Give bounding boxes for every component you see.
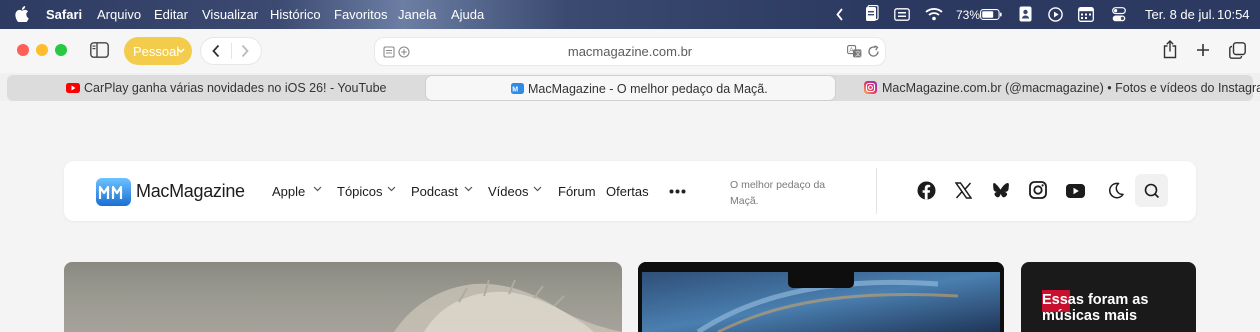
macmagazine-icon: M [511, 83, 524, 94]
brand-name[interactable]: MacMagazine [136, 181, 245, 202]
safari-toolbar: Pessoal macmagazine.com.br A文 [0, 29, 1260, 73]
menu-visualizar[interactable]: Visualizar [202, 7, 258, 22]
reload-icon[interactable] [867, 45, 880, 58]
nav-ofertas[interactable]: Ofertas [606, 184, 649, 199]
header-divider [876, 168, 877, 214]
new-tab-icon[interactable] [1196, 43, 1210, 57]
menubar-date: Ter. 8 de jul. [1145, 7, 1216, 22]
facebook-icon[interactable] [917, 181, 936, 200]
chevron-down-icon[interactable] [313, 186, 322, 192]
note-icon[interactable] [865, 5, 879, 23]
bluesky-icon[interactable] [992, 183, 1009, 198]
menu-editar[interactable]: Editar [154, 7, 188, 22]
zoom-window-button[interactable] [55, 44, 67, 56]
featured-article-card[interactable]: Essas foram as músicas mais [1021, 262, 1196, 332]
chevron-left-icon[interactable] [836, 8, 844, 21]
nav-apple[interactable]: Apple [272, 184, 305, 199]
menu-favoritos[interactable]: Favoritos [334, 7, 387, 22]
wifi-icon[interactable] [925, 7, 943, 21]
moon-icon[interactable] [1108, 182, 1124, 199]
chevron-down-icon[interactable] [387, 186, 396, 192]
close-window-button[interactable] [17, 44, 29, 56]
svg-text:文: 文 [855, 50, 861, 58]
profile-label: Pessoal [133, 44, 180, 59]
instagram-icon[interactable] [1029, 181, 1047, 199]
article-image [638, 262, 1004, 332]
menu-app-safari[interactable]: Safari [46, 7, 82, 22]
search-button[interactable] [1135, 174, 1168, 207]
tab-macmagazine[interactable]: M MacMagazine - O melhor pedaço da Maçã. [425, 75, 836, 101]
chevron-down-icon[interactable] [533, 186, 542, 192]
search-icon [1144, 183, 1160, 199]
web-page: MacMagazine Apple Tópicos Podcast Vídeos… [0, 101, 1260, 332]
keyboard-icon[interactable] [894, 8, 910, 21]
contacts-icon[interactable] [1019, 6, 1032, 22]
nav-divider [231, 43, 232, 59]
nav-podcast[interactable]: Podcast [411, 184, 458, 199]
battery-percent: 73% [956, 8, 981, 22]
svg-text:M: M [512, 86, 518, 93]
more-icon[interactable] [669, 189, 686, 194]
share-icon[interactable] [1163, 40, 1177, 59]
x-icon[interactable] [955, 182, 972, 199]
menubar-time[interactable]: 10:54 [1217, 7, 1250, 22]
youtube-icon [66, 83, 80, 93]
article-title[interactable]: Essas foram as músicas mais [1042, 292, 1182, 324]
minimize-window-button[interactable] [36, 44, 48, 56]
play-icon[interactable] [1048, 7, 1063, 22]
site-header: MacMagazine Apple Tópicos Podcast Vídeos… [64, 161, 1196, 221]
chevron-down-icon[interactable] [464, 186, 473, 192]
tab-label: MacMagazine - O melhor pedaço da Maçã. [528, 82, 768, 96]
control-center-icon[interactable] [1112, 7, 1126, 22]
menu-ajuda[interactable]: Ajuda [451, 7, 484, 22]
menu-historico[interactable]: Histórico [270, 7, 321, 22]
nav-topicos[interactable]: Tópicos [337, 184, 383, 199]
instagram-icon [864, 81, 877, 94]
apple-icon[interactable] [15, 6, 29, 22]
profile-button[interactable]: Pessoal [124, 37, 192, 65]
calendar-icon[interactable] [1078, 7, 1094, 22]
battery-icon[interactable] [980, 9, 1002, 20]
sidebar-toggle-icon[interactable] [90, 42, 109, 58]
youtube-icon[interactable] [1066, 184, 1085, 198]
chevron-down-icon [177, 48, 185, 54]
tab-overview-icon[interactable] [1229, 42, 1246, 59]
menu-arquivo[interactable]: Arquivo [97, 7, 141, 22]
tab-youtube[interactable]: CarPlay ganha várias novidades no iOS 26… [66, 75, 411, 101]
nav-videos[interactable]: Vídeos [488, 184, 528, 199]
tab-label: CarPlay ganha várias novidades no iOS 26… [84, 81, 387, 95]
tab-instagram[interactable]: MacMagazine.com.br (@macmagazine) • Foto… [864, 75, 1260, 101]
featured-article-card[interactable] [64, 262, 622, 332]
translate-icon[interactable]: A文 [847, 45, 862, 58]
address-bar[interactable]: macmagazine.com.br A文 [374, 37, 886, 66]
tab-label: MacMagazine.com.br (@macmagazine) • Foto… [882, 81, 1260, 95]
article-image [394, 279, 622, 332]
menu-bar: Safari Arquivo Editar Visualizar Históri… [0, 0, 1260, 29]
macmagazine-logo[interactable] [96, 178, 131, 206]
forward-icon[interactable] [240, 44, 250, 58]
navigation-buttons [200, 37, 262, 65]
menu-janela[interactable]: Janela [398, 7, 436, 22]
url-text: macmagazine.com.br [567, 44, 693, 59]
back-icon[interactable] [211, 44, 221, 58]
featured-article-card[interactable] [638, 262, 1004, 332]
nav-forum[interactable]: Fórum [558, 184, 596, 199]
site-tagline: O melhor pedaço da Maçã. [730, 179, 826, 207]
tab-bar: CarPlay ganha várias novidades no iOS 26… [0, 73, 1260, 101]
